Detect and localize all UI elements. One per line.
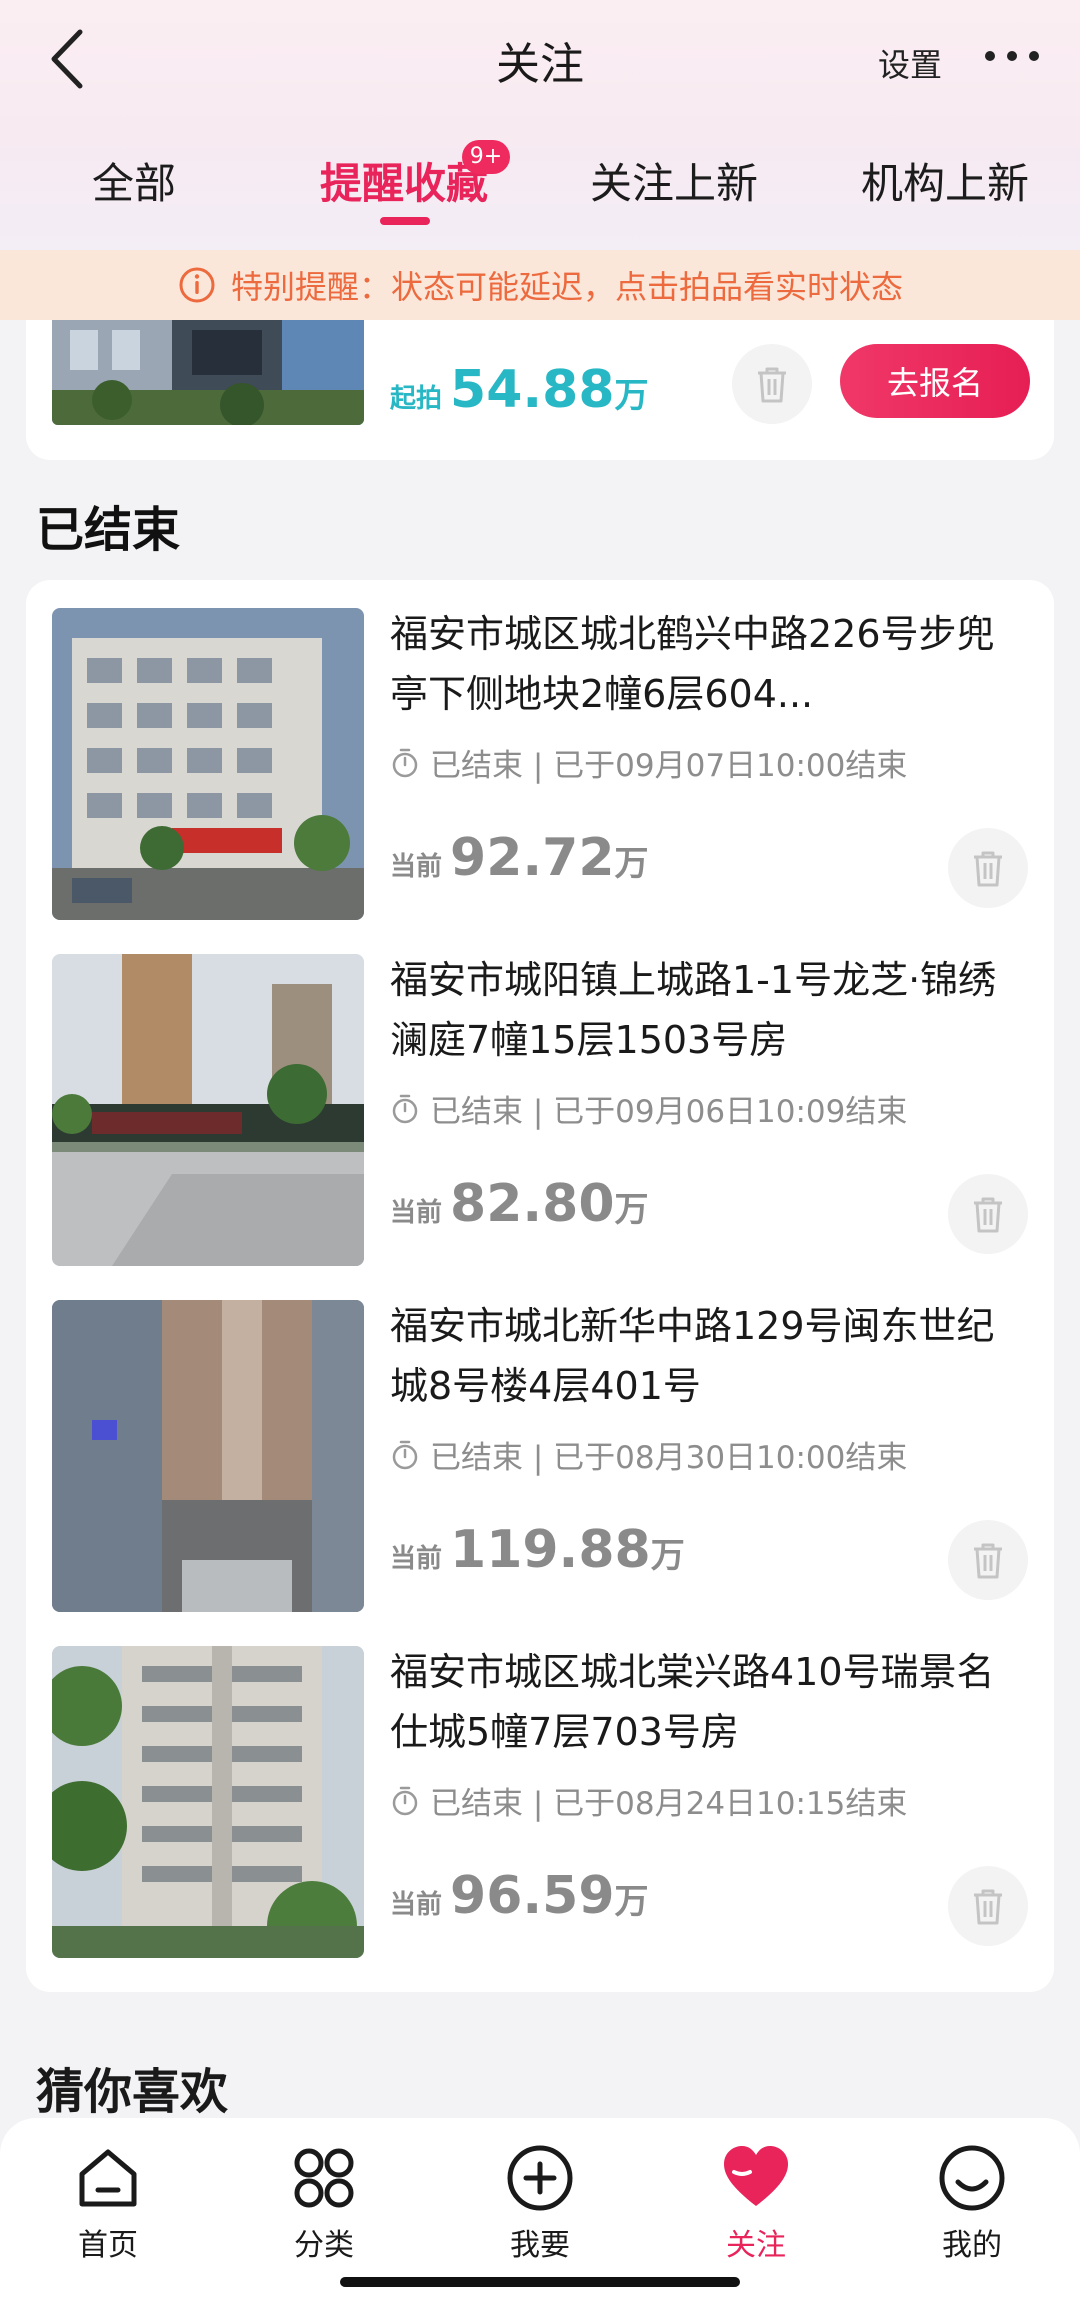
delete-button[interactable]	[948, 1520, 1028, 1600]
tabbar-item-want[interactable]: 我要	[470, 2142, 610, 2264]
item-status: 已结束 | 已于08月30日10:00结束	[390, 1432, 907, 1477]
price-label: 当前	[390, 1890, 443, 1920]
item-status: 已结束 | 已于09月06日10:09结束	[390, 1086, 907, 1131]
tabbar-label: 我的	[942, 2228, 1002, 2263]
tabbar-item-follow[interactable]: 关注	[686, 2142, 826, 2264]
price-unit: 万	[614, 1190, 649, 1230]
current-price: 当前 96.59 万	[390, 1866, 649, 1926]
item-status-text: 已结束 | 已于09月06日10:09结束	[430, 1094, 908, 1130]
price-value: 92.72	[450, 828, 615, 888]
tab-followed-new[interactable]: 关注上新	[590, 150, 758, 211]
list-item[interactable]: 福安市城阳镇上城路1-1号龙芝·锦绣澜庭7幢15层1503号房 已结束 | 已于…	[26, 926, 1054, 1272]
home-icon	[72, 2142, 144, 2214]
trash-icon	[974, 1197, 1002, 1233]
home-indicator	[340, 2277, 740, 2287]
building-photo[interactable]	[52, 954, 364, 1266]
list-item[interactable]: 福安市城区城北鹤兴中路226号步兜亭下侧地块2幢6层604... 已结束 | 已…	[26, 580, 1054, 926]
price-unit: 万	[614, 376, 649, 416]
item-status: 已结束 | 已于09月07日10:00结束	[390, 740, 907, 785]
tabbar-item-category[interactable]: 分类	[254, 2142, 394, 2264]
price-unit: 万	[650, 1536, 685, 1576]
timer-icon	[392, 1786, 418, 1815]
current-price: 当前 82.80 万	[390, 1174, 649, 1234]
item-title[interactable]: 福安市城区城北棠兴路410号瑞景名仕城5幢7层703号房	[390, 1642, 1010, 1762]
delete-button[interactable]	[732, 344, 812, 424]
upcoming-auction-card[interactable]: 起拍 54.88 万 去报名	[26, 320, 1054, 460]
item-title[interactable]: 福安市城北新华中路129号闽东世纪城8号楼4层401号	[390, 1296, 1010, 1416]
price-unit: 万	[614, 844, 649, 884]
price-value: 96.59	[450, 1866, 615, 1926]
building-photo[interactable]	[52, 1300, 364, 1612]
price-value: 54.88	[450, 360, 615, 420]
trash-icon	[974, 1889, 1002, 1925]
tab-active-indicator	[380, 217, 430, 225]
price-label: 当前	[390, 1198, 443, 1228]
trash-icon	[974, 1543, 1002, 1579]
trash-icon	[758, 367, 786, 403]
info-icon	[179, 267, 215, 303]
price-value: 119.88	[450, 1520, 651, 1580]
timer-icon	[392, 1094, 418, 1123]
building-photo[interactable]	[52, 320, 364, 425]
smile-icon	[936, 2142, 1008, 2214]
building-photo[interactable]	[52, 1646, 364, 1958]
settings-link[interactable]: 设置	[878, 40, 942, 86]
notice-banner[interactable]: 特别提醒：状态可能延迟，点击拍品看实时状态	[0, 250, 1080, 320]
tabbar-item-home[interactable]: 首页	[38, 2142, 178, 2264]
list-item[interactable]: 福安市城北新华中路129号闽东世纪城8号楼4层401号 已结束 | 已于08月3…	[26, 1272, 1054, 1618]
delete-button[interactable]	[948, 1174, 1028, 1254]
item-status-text: 已结束 | 已于09月07日10:00结束	[430, 748, 908, 784]
price-unit: 万	[614, 1882, 649, 1922]
notice-text: 特别提醒：状态可能延迟，点击拍品看实时状态	[230, 268, 903, 306]
header: 关注 设置 全部 提醒收藏 9+ 关注上新 机构上新	[0, 0, 1080, 250]
trash-icon	[974, 851, 1002, 887]
heart-icon	[720, 2142, 792, 2214]
price-label: 当前	[390, 852, 443, 882]
category-icon	[288, 2142, 360, 2214]
more-icon[interactable]	[980, 36, 1044, 76]
plus-circle-icon	[504, 2142, 576, 2214]
tab-badge: 9+	[462, 140, 510, 174]
item-status-text: 已结束 | 已于08月24日10:15结束	[430, 1786, 908, 1822]
tabbar-label: 我要	[510, 2228, 570, 2263]
starting-price: 起拍 54.88 万	[390, 360, 649, 420]
building-photo[interactable]	[52, 608, 364, 920]
price-value: 82.80	[450, 1174, 615, 1234]
signup-button[interactable]: 去报名	[840, 344, 1030, 418]
price-label: 起拍	[390, 384, 443, 414]
delete-button[interactable]	[948, 1866, 1028, 1946]
tabbar-label: 首页	[78, 2228, 138, 2263]
tab-institution-new[interactable]: 机构上新	[861, 150, 1029, 211]
timer-icon	[392, 748, 418, 777]
current-price: 当前 92.72 万	[390, 828, 649, 888]
tab-all[interactable]: 全部	[92, 150, 176, 211]
tabbar-item-mine[interactable]: 我的	[902, 2142, 1042, 2264]
ended-section-title: 已结束	[36, 502, 181, 558]
ended-list: 福安市城区城北鹤兴中路226号步兜亭下侧地块2幢6层604... 已结束 | 已…	[26, 580, 1054, 1992]
price-label: 当前	[390, 1544, 443, 1574]
item-status-text: 已结束 | 已于08月30日10:00结束	[430, 1440, 908, 1476]
item-title[interactable]: 福安市城阳镇上城路1-1号龙芝·锦绣澜庭7幢15层1503号房	[390, 950, 1010, 1070]
list-item[interactable]: 福安市城区城北棠兴路410号瑞景名仕城5幢7层703号房 已结束 | 已于08月…	[26, 1618, 1054, 1964]
delete-button[interactable]	[948, 828, 1028, 908]
filter-tabs: 全部 提醒收藏 9+ 关注上新 机构上新	[0, 140, 1080, 250]
current-price: 当前 119.88 万	[390, 1520, 685, 1580]
tabbar-label: 关注	[726, 2228, 786, 2263]
guess-section-title: 猜你喜欢	[36, 2064, 229, 2120]
tabbar-label: 分类	[294, 2228, 354, 2263]
item-title[interactable]: 福安市城区城北鹤兴中路226号步兜亭下侧地块2幢6层604...	[390, 604, 1010, 724]
item-status: 已结束 | 已于08月24日10:15结束	[390, 1778, 907, 1823]
timer-icon	[392, 1440, 418, 1469]
